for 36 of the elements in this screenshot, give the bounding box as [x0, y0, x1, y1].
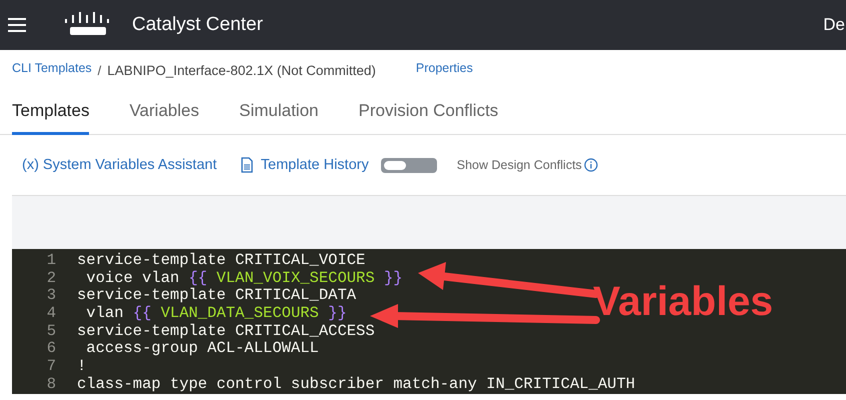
tab[interactable]: Simulation	[239, 90, 318, 135]
code-line: vlan {{ VLAN_DATA_SECOURS }}	[85, 305, 347, 323]
toggle-label: Show Design Conflicts	[456, 158, 582, 172]
line-number: 2	[46, 270, 56, 288]
code-line: service-template CRITICAL_VOICE	[77, 252, 366, 270]
code-line: access-group ACL-ALLOWALL	[85, 340, 319, 358]
line-number: 5	[46, 322, 56, 340]
app-title: Catalyst Center	[132, 14, 263, 36]
code-line: !	[77, 358, 86, 376]
breadcrumb-separator: /	[98, 62, 102, 78]
line-number: 7	[46, 358, 56, 376]
assistant-link[interactable]: (x) System Variables Assistant	[22, 157, 217, 173]
menu-icon[interactable]	[8, 18, 26, 32]
code-line: service-template CRITICAL_DATA	[77, 287, 356, 306]
breadcrumb-current: LABNIPO_Interface-802.1X (Not Committed)	[107, 62, 376, 78]
code-line: service-template CRITICAL_ACCESS	[77, 322, 375, 340]
tab[interactable]: Templates	[12, 90, 90, 135]
line-number: 8	[46, 376, 56, 394]
breadcrumb-link[interactable]: CLI Templates	[12, 61, 92, 75]
line-number: 1	[46, 252, 56, 270]
history-link[interactable]: Template History	[260, 157, 369, 173]
code-editor[interactable]	[12, 249, 846, 394]
toggle-switch[interactable]	[380, 158, 437, 172]
header-text: De	[823, 15, 845, 35]
line-number: 6	[46, 340, 56, 358]
code-line: voice vlan {{ VLAN_VOIX_SECOURS }}	[85, 270, 403, 288]
properties-link[interactable]: Properties	[416, 61, 473, 75]
document-icon	[240, 157, 253, 173]
tab[interactable]: Provision Conflicts	[358, 90, 498, 135]
line-number: 4	[46, 305, 56, 323]
tab[interactable]: Variables	[129, 90, 200, 135]
logo-icon	[64, 12, 112, 38]
line-number: 3	[46, 287, 56, 306]
info-icon[interactable]	[584, 158, 598, 172]
code-line: class-map type control subscriber match-any IN_CRITICAL_AUTH	[77, 376, 636, 394]
annotation-label: Variables	[593, 278, 774, 325]
